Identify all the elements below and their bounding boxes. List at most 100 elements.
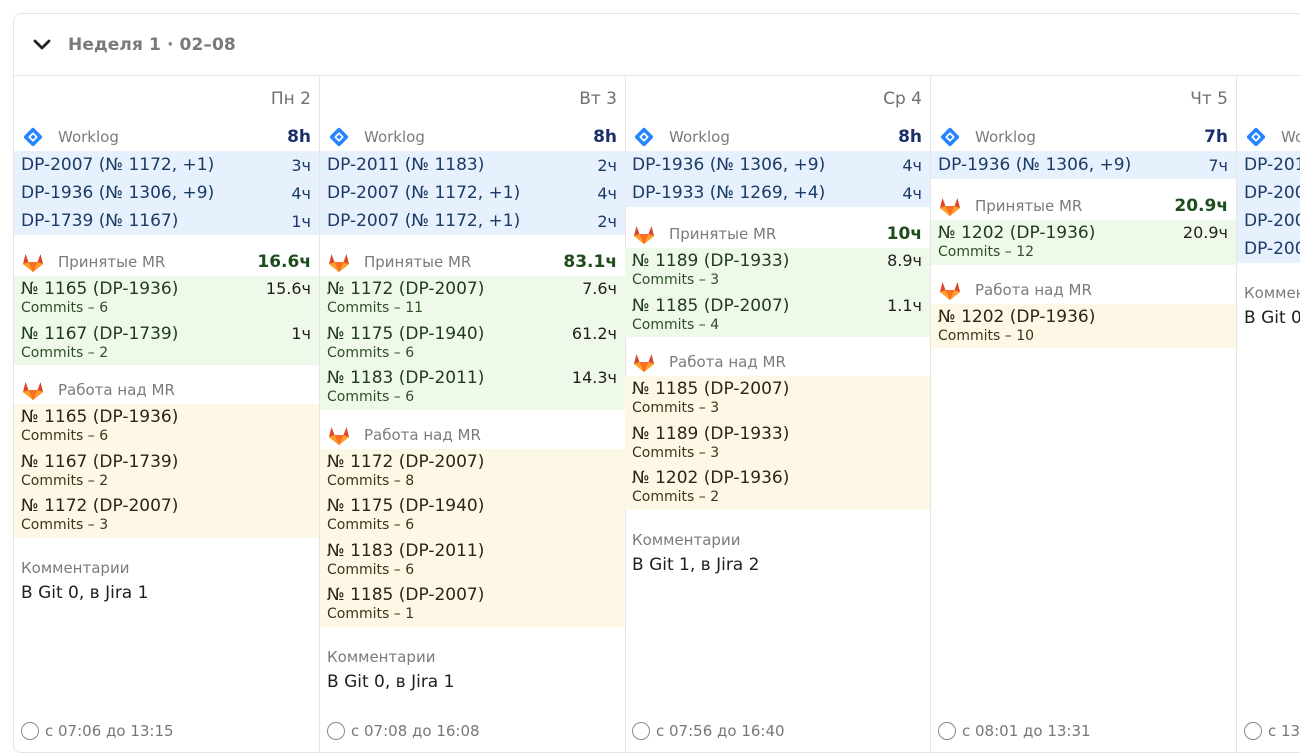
mr-title: № 1202 (DP-1936) [632,468,790,488]
worklog-label: Worklog [58,128,119,146]
mr-title: № 1172 (DP-2007) [327,279,485,299]
worklog-task: DP-2007 (№ 1172, +1) [327,183,521,203]
worklog-row[interactable]: DP-1739 (№ 1167) 1ч [14,207,319,235]
work-mr-label: Работа над MR [975,280,1092,299]
day-date: Пн 2 [270,89,311,109]
worklog-header: Worklog 8h [14,123,319,151]
mr-title: № 1175 (DP-1940) [327,323,485,344]
worklog-hours: 3ч [291,155,311,175]
accepted-mr-item[interactable]: № 1202 (DP-1936) 20.9ч Commits – 12 [931,220,1236,265]
day-time-range: с 13:1 [1244,722,1300,740]
mr-commits: Commits – 8 [327,472,415,489]
mr-title: № 1165 (DP-1936) [21,279,179,299]
worklog-row[interactable]: DP-2007 (№ 1172, +1) 4ч [320,179,625,207]
mr-commits: Commits – 2 [632,489,720,505]
accepted-mr-total: 20.9ч [1174,196,1228,216]
gitlab-icon [632,222,656,246]
mr-title: № 1172 (DP-2007) [21,496,179,516]
gitlab-icon [938,278,962,302]
worklog-label: Worklog [1281,128,1300,146]
worklog-task: DP-1936 (№ 1306, +9) [632,155,826,175]
worklog-hours: 2ч [597,211,617,231]
worklog-hours: 4ч [902,155,922,175]
worklog-row[interactable]: DP-2011 (№ 1183) [1237,151,1300,179]
accepted-mr-label: Принятые MR [669,225,777,243]
mr-title: № 1172 (DP-2007) [327,451,485,472]
worklog-hours: 2ч [597,155,617,175]
worklog-row[interactable]: DP-2007 (№ 1172, +1) [1237,235,1300,263]
mr-title: № 1167 (DP-1739) [21,451,179,472]
accepted-mr-item[interactable]: № 1167 (DP-1739) 1ч Commits – 2 [14,320,319,365]
mr-commits: Commits – 3 [21,517,109,533]
comments-text: В Git 0, в Jira 1 [327,671,455,692]
time-range-text: с 13:1 [1268,722,1300,740]
mr-hours: 15.6ч [265,279,311,298]
comments-label: Комментарии [21,558,130,577]
accepted-mr-item[interactable]: № 1172 (DP-2007) 7.6ч Commits – 11 [320,276,625,321]
chevron-down-icon[interactable] [30,33,54,57]
accepted-mr-item[interactable]: № 1175 (DP-1940) 61.2ч Commits – 6 [320,320,625,365]
worklog-row[interactable]: DP-1936 (№ 1306, +9) 4ч [625,151,930,179]
mr-title: № 1175 (DP-1940) [327,496,485,516]
mr-title: № 1185 (DP-2007) [327,585,485,605]
mr-title: № 1165 (DP-1936) [21,407,179,427]
jira-icon [938,125,962,149]
clock-icon [632,722,650,740]
work-mr-item[interactable]: № 1202 (DP-1936) Commits – 2 [625,465,930,510]
work-mr-item[interactable]: № 1202 (DP-1936) Commits – 10 [931,303,1236,348]
worklog-row[interactable]: DP-2007 (№ 1172, +1) [1237,179,1300,207]
work-mr-label: Работа над MR [58,381,175,399]
accepted-mr-item[interactable]: № 1165 (DP-1936) 15.6ч Commits – 6 [14,276,319,321]
accepted-mr-total: 10ч [886,224,922,244]
day-column: Пт 6 Worklog DP-2011 (№ 1183) DP-2007 (№ 11… [1237,76,1300,752]
accepted-mr-header: Принятые MR 16.6ч [14,248,319,276]
worklog-row[interactable]: DP-1933 (№ 1269, +4) 4ч [625,179,930,207]
worklog-total: 8h [287,127,311,147]
work-mr-item[interactable]: № 1165 (DP-1936) Commits – 6 [14,404,319,449]
worklog-header: Worklog 8h [320,123,625,151]
worklog-row[interactable]: DP-2007 (№ 1172, +1) [1237,207,1300,235]
work-mr-label: Работа над MR [669,353,786,371]
mr-title: № 1185 (DP-2007) [632,379,790,399]
mr-title: № 1185 (DP-2007) [632,295,790,316]
mr-commits: Commits – 6 [327,561,415,578]
work-mr-item[interactable]: № 1185 (DP-2007) Commits – 1 [320,582,625,627]
work-mr-item[interactable]: № 1175 (DP-1940) Commits – 6 [320,493,625,538]
work-mr-item[interactable]: № 1172 (DP-2007) Commits – 3 [14,493,319,538]
accepted-mr-item[interactable]: № 1183 (DP-2011) 14.3ч Commits – 6 [320,365,625,410]
mr-commits: Commits – 6 [327,517,415,533]
day-date: Чт 5 [1190,89,1228,109]
week-header[interactable]: Неделя 1 · 02–08 [14,14,1300,76]
worklog-total: 7h [1204,127,1228,147]
work-mr-item[interactable]: № 1172 (DP-2007) Commits – 8 [320,448,625,493]
day-date: Пт 6 [1237,76,1300,122]
worklog-row[interactable]: DP-2011 (№ 1183) 2ч [320,151,625,179]
work-mr-item[interactable]: № 1185 (DP-2007) Commits – 3 [625,376,930,421]
clock-icon [21,722,39,740]
accepted-mr-item[interactable]: № 1185 (DP-2007) 1.1ч Commits – 4 [625,292,930,337]
worklog-row[interactable]: DP-1936 (№ 1306, +9) 7ч [931,151,1236,179]
worklog-header: Worklog 8h [625,123,930,151]
worklog-row[interactable]: DP-2007 (№ 1172, +1) 2ч [320,207,625,235]
jira-icon [327,125,351,149]
mr-commits: Commits – 6 [327,389,415,405]
work-mr-item[interactable]: № 1167 (DP-1739) Commits – 2 [14,448,319,493]
work-mr-header: Работа над MR [931,276,1236,304]
worklog-row[interactable]: DP-1936 (№ 1306, +9) 4ч [14,179,319,207]
day-column: Ср 4 Worklog 8h DP-1936 (№ 1306, +9) 4ч DP-19… [625,76,931,752]
worklog-task: DP-2007 (№ 1172, +1) [21,155,215,175]
mr-commits: Commits – 2 [21,344,109,361]
gitlab-icon [21,250,45,274]
mr-commits: Commits – 4 [632,316,720,333]
worklog-task: DP-1739 (№ 1167) [21,211,179,231]
accepted-mr-item[interactable]: № 1189 (DP-1933) 8.9ч Commits – 3 [625,248,930,293]
mr-commits: Commits – 6 [21,300,109,316]
mr-hours: 20.9ч [1182,223,1228,242]
worklog-task: DP-2007 (№ 1172, +1) [1244,183,1300,203]
work-mr-item[interactable]: № 1189 (DP-1933) Commits – 3 [625,420,930,465]
worklog-row[interactable]: DP-2007 (№ 1172, +1) 3ч [14,151,319,179]
worklog-header: Worklog 7h [931,123,1236,151]
mr-commits: Commits – 12 [938,244,1035,260]
work-mr-item[interactable]: № 1183 (DP-2011) Commits – 6 [320,537,625,582]
worklog-label: Worklog [669,128,730,146]
